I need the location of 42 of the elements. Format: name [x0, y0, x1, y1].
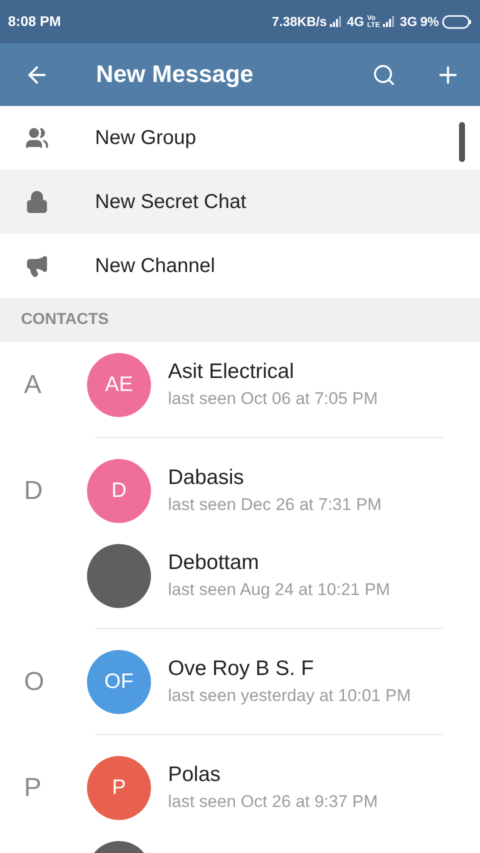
contact-name: Debottam: [168, 550, 260, 576]
search-icon: [372, 62, 396, 86]
last-seen: last seen Aug 24 at 10:21 PM: [168, 578, 390, 600]
network-type: 3G: [400, 12, 418, 31]
avatar: P: [87, 756, 151, 820]
avatar: D: [87, 458, 151, 522]
signal-icon: [330, 16, 344, 27]
contact-name: Dabasis: [168, 464, 245, 490]
people-icon: [25, 126, 49, 150]
lock-icon: [25, 190, 49, 214]
contact-row[interactable]: Debottam last seen Aug 24 at 10:21 PM: [87, 533, 480, 618]
contact-row[interactable]: AE Asit Electrical last seen Oct 06 at 7:05 PM: [87, 342, 480, 427]
menu-item[interactable]: New Secret Chat: [0, 170, 480, 234]
menu-label: New Secret Chat: [95, 190, 246, 215]
signal-icon: [382, 16, 397, 27]
network-type: 4G: [346, 12, 364, 31]
contact-name: Polas: [168, 762, 222, 788]
screen-title: New Message: [96, 60, 254, 90]
menu-label: New Channel: [95, 254, 216, 279]
section-title: CONTACTS: [21, 310, 109, 330]
index-letter: A: [24, 369, 42, 399]
index-letter: O: [24, 666, 44, 696]
index-letter: D: [24, 475, 43, 505]
avatar: OF: [87, 650, 151, 714]
battery-percent: 9%: [420, 12, 439, 31]
menu-label: New Group: [95, 126, 196, 151]
megaphone-icon: [25, 254, 49, 278]
scrollbar-thumb: [459, 122, 465, 162]
contact-name: Asit Electrical: [168, 358, 296, 384]
avatar: AE: [87, 352, 151, 416]
index-letter: P: [24, 772, 42, 802]
status-time: 8:08 PM: [8, 12, 61, 31]
last-seen: last seen Oct 26 at 9:37 PM: [168, 790, 378, 812]
network-speed: 7.38KB/s: [272, 12, 327, 31]
last-seen: last seen Dec 26 at 7:31 PM: [168, 494, 382, 516]
last-seen: last seen yesterday at 10:01 PM: [168, 684, 411, 706]
contact-row[interactable]: OF Ove Roy B S. F last seen yesterday at 10:01 PM: [87, 639, 480, 724]
contact-row[interactable]: P Polas last seen Oct 26 at 9:37 PM: [87, 745, 480, 830]
last-seen: last seen Oct 06 at 7:05 PM: [168, 388, 378, 410]
contact-name: Ove Roy B S. F: [168, 656, 315, 682]
battery-icon: [442, 14, 472, 28]
contact-row[interactable]: D Dabasis last seen Dec 26 at 7:31 PM: [87, 448, 480, 533]
